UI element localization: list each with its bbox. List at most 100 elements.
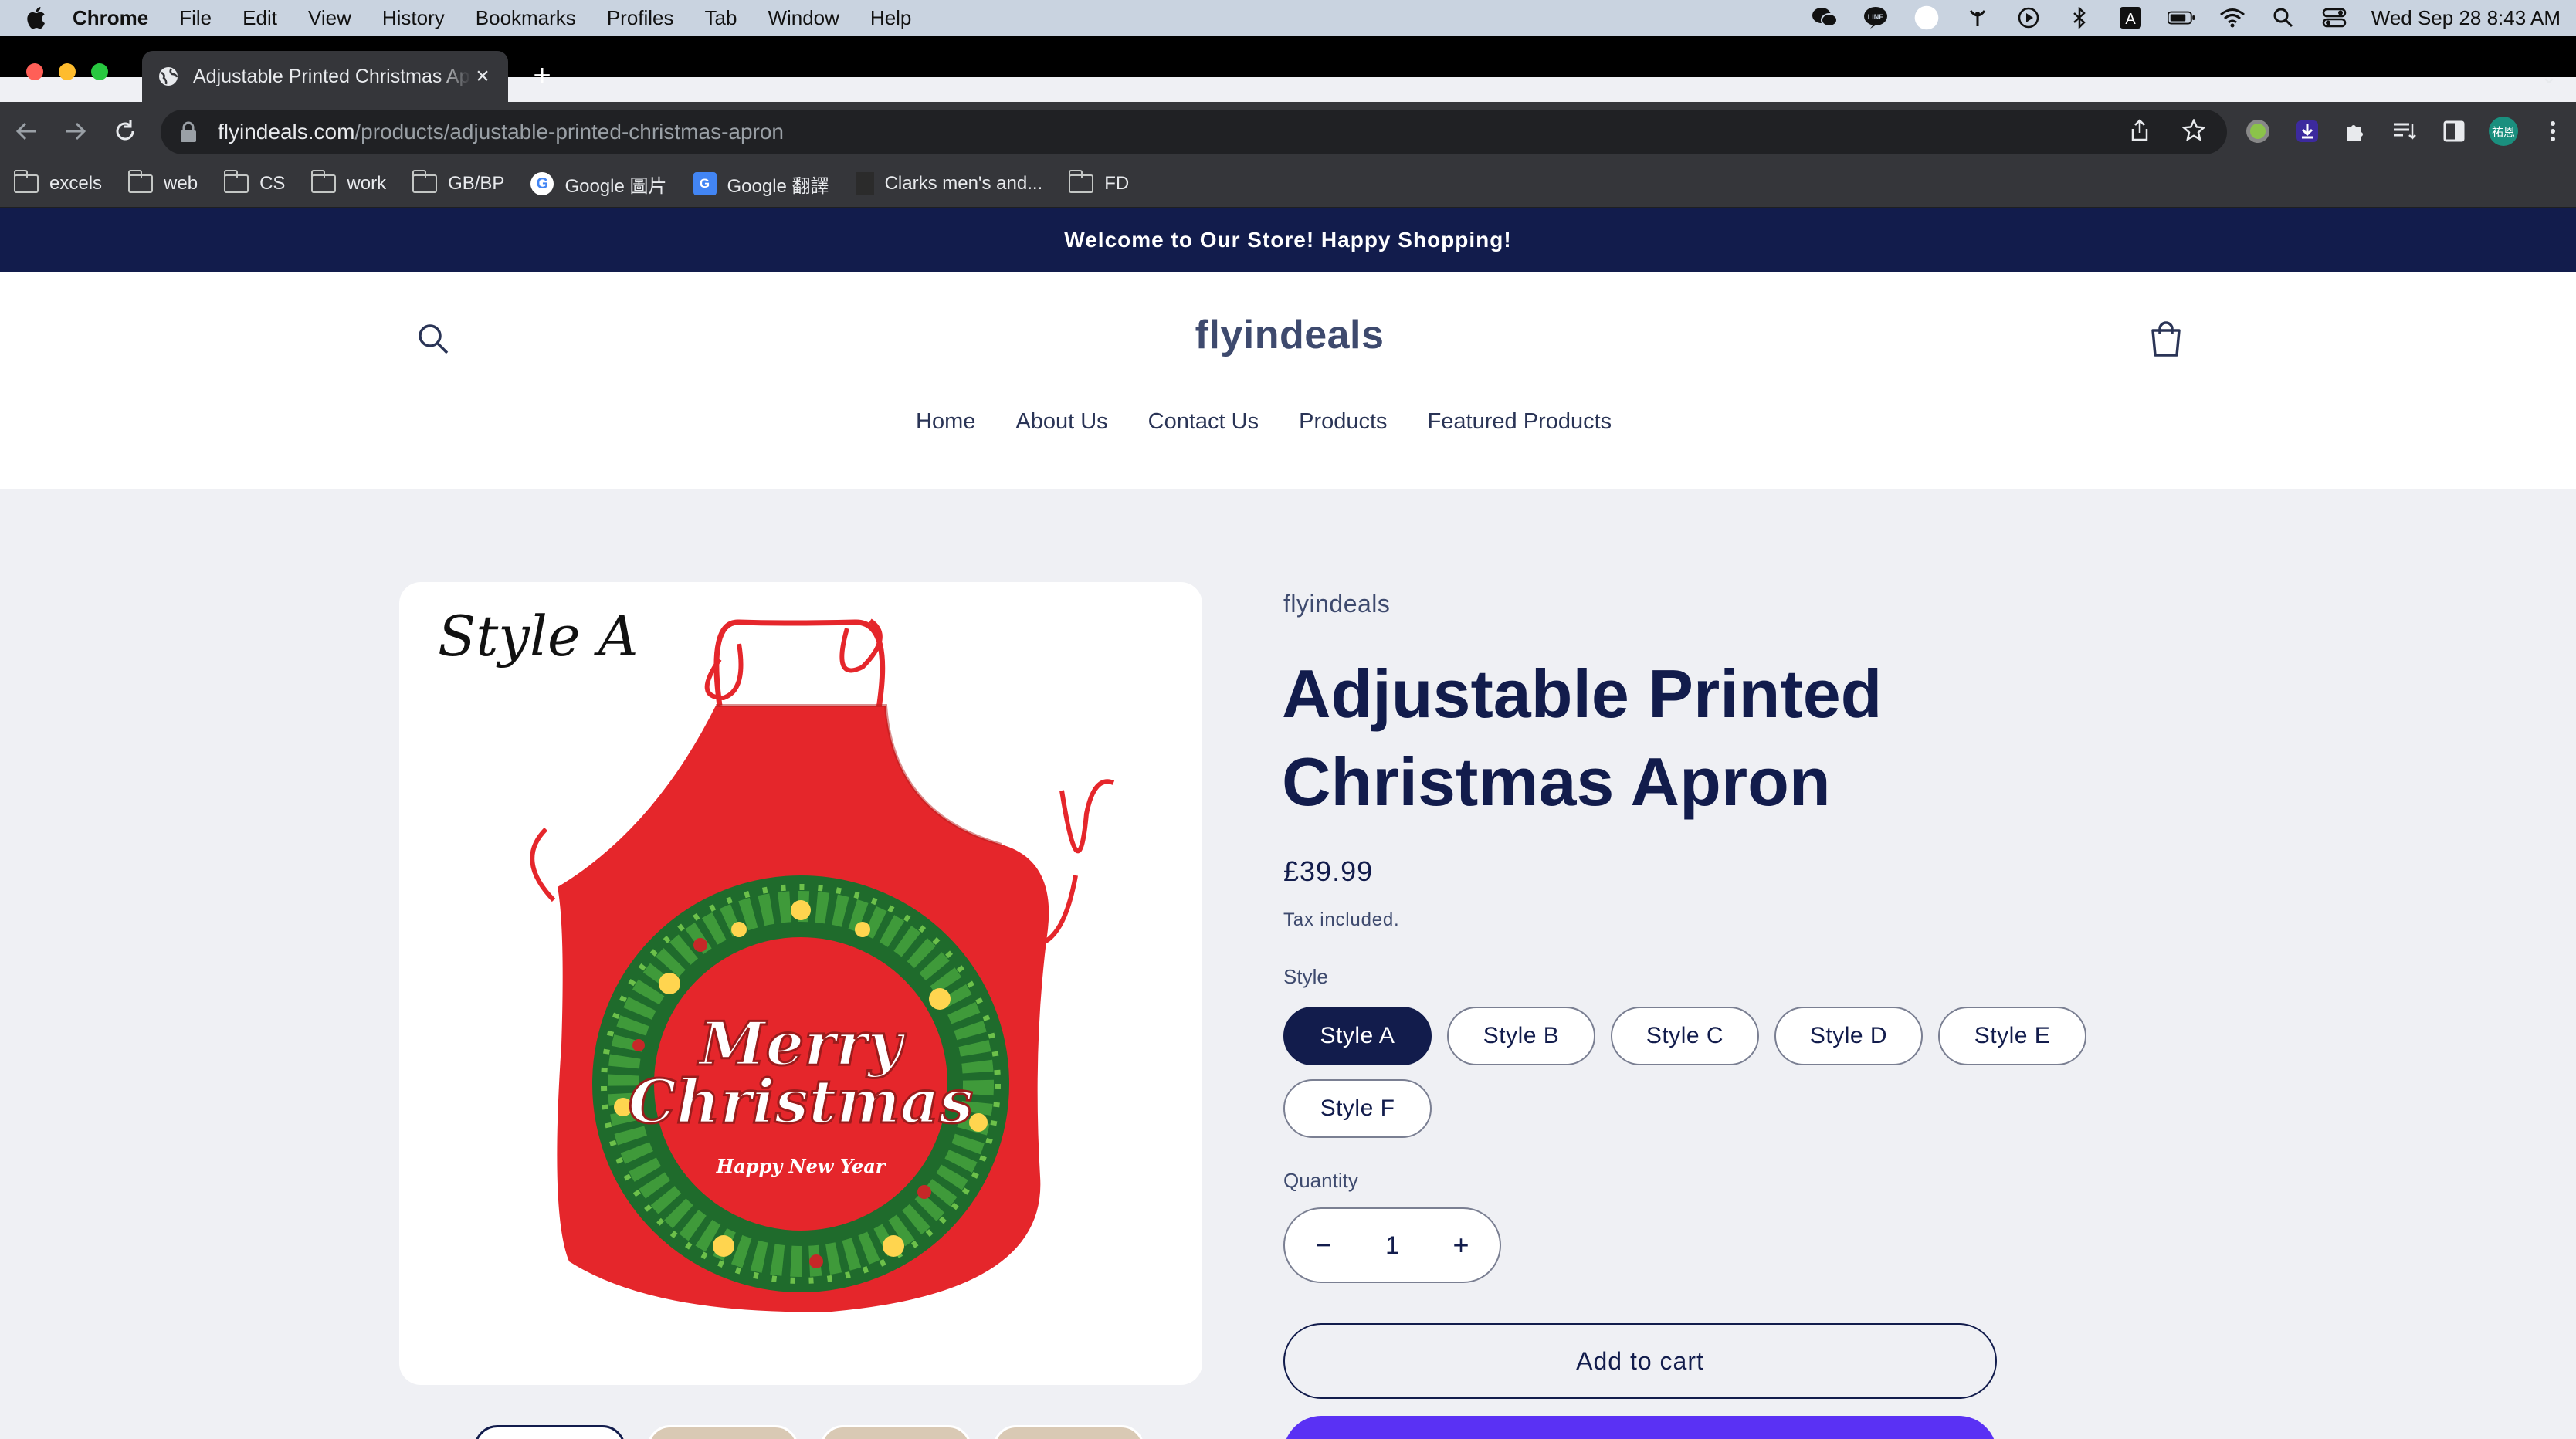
menu-bookmarks[interactable]: Bookmarks — [476, 6, 576, 30]
user-icon[interactable] — [1913, 5, 1940, 30]
thumbnail-strip — [474, 1425, 1144, 1439]
url-path: /products/adjustable-printed-christmas-a… — [354, 120, 785, 144]
menu-app-name[interactable]: Chrome — [73, 6, 148, 30]
bookmark-cs[interactable]: CS — [223, 170, 285, 195]
download-extension-icon[interactable] — [2292, 116, 2323, 147]
nav-about-us[interactable]: About Us — [1015, 409, 1107, 435]
wechat-icon[interactable] — [1811, 6, 1839, 29]
share-icon[interactable] — [2128, 119, 2151, 142]
translate-icon: G — [693, 172, 717, 195]
tab-title: Adjustable Printed Christmas Apron — [193, 65, 471, 87]
bookmark-label: Google 圖片 — [564, 175, 667, 197]
quantity-decrease-button[interactable]: − — [1310, 1229, 1337, 1261]
variant-style-b[interactable]: Style B — [1447, 1007, 1595, 1065]
svg-text:LINE: LINE — [1867, 13, 1883, 21]
variant-style-a[interactable]: Style A — [1283, 1007, 1432, 1065]
folder-icon — [223, 170, 249, 193]
window-close-button[interactable] — [26, 63, 43, 80]
extensions-puzzle-icon[interactable] — [2340, 116, 2371, 147]
tax-note: Tax included. — [1283, 909, 1400, 930]
bookmark-gb-bp[interactable]: GB/BP — [412, 170, 504, 195]
play-icon[interactable] — [2015, 6, 2042, 29]
buy-now-button[interactable] — [1283, 1416, 1997, 1439]
apron-subtext: Happy New Year — [716, 1155, 887, 1177]
globe-icon — [159, 67, 178, 86]
window-minimize-button[interactable] — [59, 63, 76, 80]
bluetooth-icon[interactable] — [2066, 6, 2093, 29]
bookmark-web[interactable]: web — [127, 170, 198, 195]
thumbnail-1[interactable] — [474, 1425, 625, 1439]
bookmark-work[interactable]: work — [310, 170, 387, 195]
menubar-clock[interactable]: Wed Sep 28 8:43 AM — [2371, 6, 2561, 30]
extension-green-dot-icon[interactable] — [2242, 116, 2273, 147]
bookmarks-bar: excels web CS work GB/BP G Google 圖片 G Goo… — [0, 161, 2576, 208]
macos-menu-bar: Chrome File Edit View History Bookmarks … — [0, 0, 2576, 36]
clarks-icon — [855, 172, 874, 195]
variant-style-f[interactable]: Style F — [1283, 1079, 1432, 1138]
side-panel-icon[interactable] — [2439, 116, 2469, 147]
bookmark-excels[interactable]: excels — [13, 170, 103, 195]
window-zoom-button[interactable] — [91, 63, 108, 80]
svg-text:Christmas: Christmas — [629, 1067, 973, 1137]
apple-menu-icon[interactable] — [22, 6, 49, 29]
quantity-input[interactable]: 1 — [1385, 1231, 1399, 1260]
nav-contact-us[interactable]: Contact Us — [1148, 409, 1259, 435]
control-center-icon[interactable] — [2320, 6, 2348, 29]
menu-profiles[interactable]: Profiles — [607, 6, 674, 30]
announcement-text: Welcome to Our Store! Happy Shopping! — [1064, 228, 1512, 252]
line-icon[interactable]: LINE — [1862, 6, 1890, 29]
product-title: Adjustable Printed Christmas Apron — [1282, 655, 1883, 820]
address-bar[interactable]: flyindeals.com/products/adjustable-print… — [161, 110, 2227, 154]
tab-close-icon[interactable]: × — [471, 63, 494, 89]
bookmark-google-images[interactable]: G Google 圖片 — [530, 171, 667, 198]
nav-featured-products[interactable]: Featured Products — [1428, 409, 1612, 435]
variant-style-d[interactable]: Style D — [1774, 1007, 1923, 1065]
store-logo[interactable]: flyindeals — [1004, 312, 1575, 358]
nav-products[interactable]: Products — [1299, 409, 1387, 435]
folder-icon — [1068, 170, 1094, 193]
bookmark-label: work — [347, 173, 387, 194]
thumbnail-3[interactable] — [820, 1425, 971, 1439]
bookmark-fd[interactable]: FD — [1068, 170, 1129, 195]
search-icon[interactable] — [414, 320, 452, 358]
new-tab-button[interactable]: + — [528, 60, 556, 91]
bookmark-star-icon[interactable] — [2182, 119, 2205, 142]
lock-icon[interactable] — [179, 121, 198, 143]
quantity-increase-button[interactable]: + — [1447, 1229, 1475, 1261]
spotlight-icon[interactable] — [2269, 6, 2297, 29]
forward-button[interactable] — [60, 116, 91, 147]
menu-edit[interactable]: Edit — [242, 6, 277, 30]
reading-list-icon[interactable] — [2389, 116, 2420, 147]
menu-tab[interactable]: Tab — [705, 6, 737, 30]
antenna-icon[interactable] — [1964, 6, 1991, 29]
menu-window[interactable]: Window — [768, 6, 839, 30]
variant-style-c[interactable]: Style C — [1611, 1007, 1759, 1065]
wifi-icon[interactable] — [2218, 6, 2246, 29]
back-button[interactable] — [11, 116, 42, 147]
thumbnail-2[interactable] — [647, 1425, 798, 1439]
add-to-cart-button[interactable]: Add to cart — [1283, 1323, 1997, 1399]
profile-avatar[interactable]: 祐恩 — [2488, 116, 2519, 147]
thumbnail-4[interactable] — [993, 1425, 1144, 1439]
bookmark-label: web — [164, 173, 198, 194]
folder-icon — [412, 170, 438, 193]
bookmark-clarks[interactable]: Clarks men's and... — [855, 172, 1042, 195]
variant-style-e[interactable]: Style E — [1938, 1007, 2086, 1065]
product-image[interactable]: Style A Merry Christmas Happy New Year — [399, 582, 1202, 1385]
bookmark-google-translate[interactable]: G Google 翻譯 — [693, 171, 829, 198]
cart-icon[interactable] — [2147, 318, 2185, 360]
chrome-menu-icon[interactable] — [2537, 116, 2568, 147]
menu-file[interactable]: File — [179, 6, 212, 30]
nav-home[interactable]: Home — [916, 409, 975, 435]
menu-view[interactable]: View — [308, 6, 351, 30]
tab-active[interactable]: Adjustable Printed Christmas Apron × — [142, 51, 508, 102]
menu-help[interactable]: Help — [870, 6, 911, 30]
bookmark-label: Google 翻譯 — [727, 175, 829, 197]
apron-image: Style A Merry Christmas Happy New Year — [438, 604, 1115, 1312]
reload-button[interactable] — [110, 116, 141, 147]
bookmark-label: excels — [49, 173, 103, 194]
battery-icon[interactable] — [2167, 6, 2195, 29]
menu-history[interactable]: History — [382, 6, 445, 30]
tab-search-chevron-icon[interactable]: ⌄ — [2537, 65, 2561, 88]
keyboard-a-icon[interactable]: A — [2117, 6, 2144, 29]
